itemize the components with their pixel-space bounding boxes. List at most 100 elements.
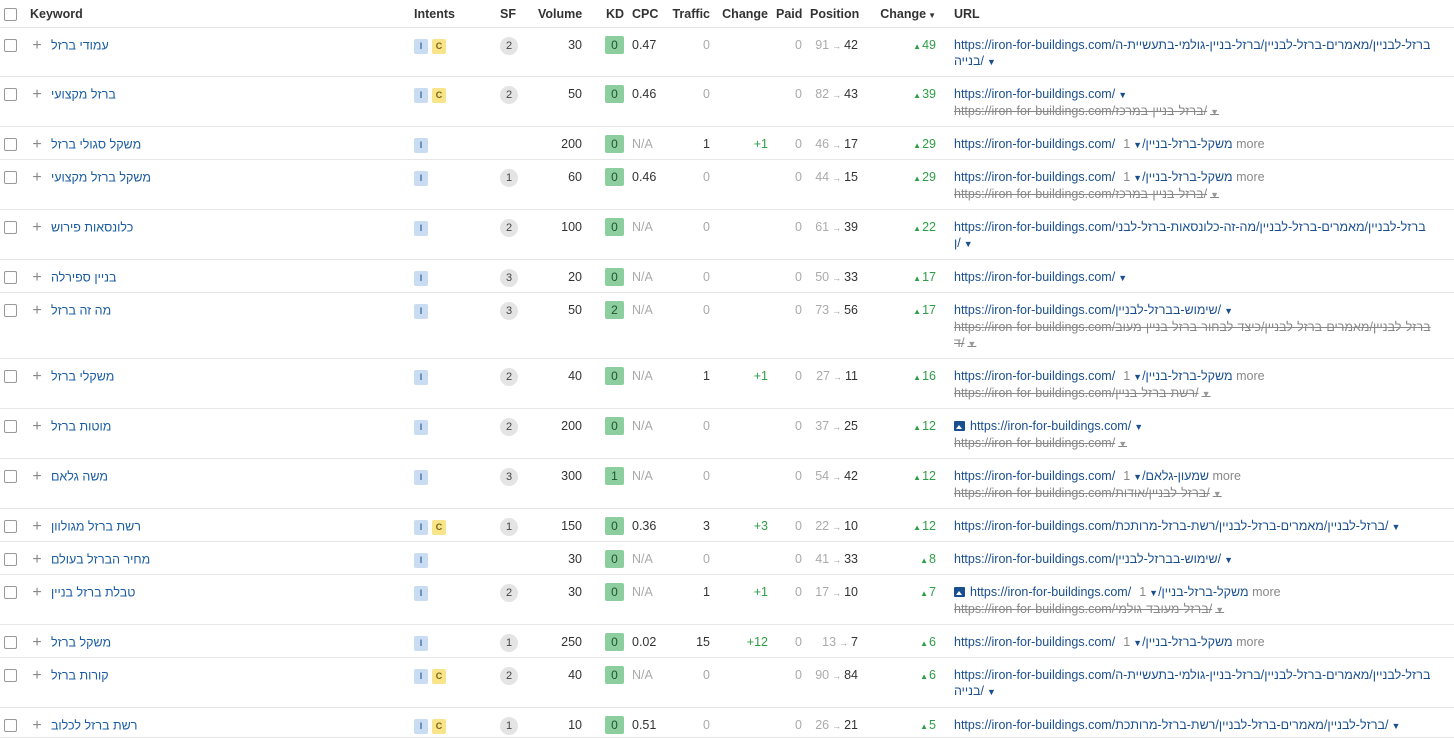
keyword-link[interactable]: משקל ברזל	[51, 636, 111, 650]
row-checkbox[interactable]	[4, 370, 17, 384]
url-link[interactable]: https://iron-for-buildings.com/	[970, 419, 1131, 433]
keyword-link[interactable]: מחיר הברזל בעולם	[51, 553, 150, 567]
col-intents[interactable]: Intents	[410, 0, 496, 28]
url-link[interactable]: https://iron-for-buildings.com/שימוש-בבר…	[954, 552, 1221, 566]
chevron-down-icon[interactable]: ▼	[1134, 422, 1143, 432]
chevron-down-icon[interactable]: ▼	[1118, 273, 1127, 283]
add-to-list-icon[interactable]: +	[30, 302, 44, 319]
chevron-down-icon[interactable]: ▼	[1392, 522, 1401, 532]
chevron-down-icon[interactable]: ▼	[1202, 389, 1211, 399]
row-checkbox[interactable]	[4, 636, 17, 650]
chevron-down-icon[interactable]: ▼	[967, 339, 976, 349]
previous-url[interactable]: https://iron-for-buildings.com/ברזל-בניי…	[954, 103, 1450, 120]
chevron-down-icon[interactable]: ▼	[964, 239, 973, 249]
col-traffic[interactable]: Traffic	[668, 0, 714, 28]
chevron-down-icon[interactable]: ▼	[1215, 605, 1224, 615]
chevron-down-icon[interactable]: ▼	[987, 687, 996, 697]
url-link[interactable]: https://iron-for-buildings.com/משקל-ברזל…	[954, 137, 1233, 151]
serp-features-count[interactable]: 1	[500, 717, 518, 735]
col-position[interactable]: Position	[806, 0, 862, 28]
previous-url[interactable]: https://iron-for-buildings.com/רשת-ברזל-…	[954, 385, 1450, 402]
row-checkbox[interactable]	[4, 138, 17, 152]
col-kd[interactable]: KD	[586, 0, 628, 28]
col-sf[interactable]: SF	[496, 0, 534, 28]
chevron-down-icon[interactable]: ▼	[1224, 306, 1233, 316]
chevron-down-icon[interactable]: ▼	[1392, 721, 1401, 731]
previous-url[interactable]: https://iron-for-buildings.com/ברזל-לבני…	[954, 319, 1450, 335]
keyword-link[interactable]: משקלי ברזל	[51, 370, 114, 384]
keyword-link[interactable]: רשת ברזל מגולוון	[51, 520, 141, 534]
keyword-link[interactable]: רשת ברזל לכלוב	[51, 719, 137, 733]
keyword-link[interactable]: משקל ברזל מקצועי	[51, 171, 151, 185]
url-link[interactable]: https://iron-for-buildings.com/משקל-ברזל…	[954, 369, 1233, 383]
chevron-down-icon[interactable]: ▼	[1224, 555, 1233, 565]
keyword-link[interactable]: קורות ברזל	[51, 669, 109, 683]
previous-url[interactable]: https://iron-for-buildings.com/▼	[954, 435, 1450, 452]
add-to-list-icon[interactable]: +	[30, 169, 44, 186]
keyword-link[interactable]: מה זה ברזל	[51, 304, 111, 318]
row-checkbox[interactable]	[4, 221, 17, 235]
keyword-link[interactable]: בניין ספירלה	[51, 271, 116, 285]
keyword-link[interactable]: מוטות ברזל	[51, 420, 111, 434]
add-to-list-icon[interactable]: +	[30, 368, 44, 385]
previous-url[interactable]: https://iron-for-buildings.com/ברזל-בניי…	[954, 186, 1450, 203]
add-to-list-icon[interactable]: +	[30, 37, 44, 54]
chevron-down-icon[interactable]: ▼	[987, 57, 996, 67]
url-link[interactable]: https://iron-for-buildings.com/שימוש-בבר…	[954, 303, 1221, 317]
col-volume[interactable]: Volume	[534, 0, 586, 28]
url-link[interactable]: https://iron-for-buildings.com/	[954, 270, 1115, 284]
row-checkbox[interactable]	[4, 39, 17, 53]
col-paid[interactable]: Paid	[772, 0, 806, 28]
url-link-continued[interactable]: ן/	[954, 236, 961, 250]
serp-features-count[interactable]: 2	[500, 667, 518, 685]
serp-features-count[interactable]: 1	[500, 518, 518, 536]
row-checkbox[interactable]	[4, 719, 17, 733]
serp-features-count[interactable]: 2	[500, 219, 518, 237]
row-checkbox[interactable]	[4, 88, 17, 102]
add-to-list-icon[interactable]: +	[30, 468, 44, 485]
add-to-list-icon[interactable]: +	[30, 717, 44, 734]
add-to-list-icon[interactable]: +	[30, 219, 44, 236]
previous-url[interactable]: https://iron-for-buildings.com/ברזל-מעוב…	[954, 601, 1450, 618]
serp-features-count[interactable]: 2	[500, 86, 518, 104]
chevron-down-icon[interactable]: ▼	[1118, 439, 1127, 449]
url-link-continued[interactable]: בנייה/	[954, 684, 984, 698]
serp-features-count[interactable]: 1	[500, 169, 518, 187]
chevron-down-icon[interactable]: ▼	[1210, 107, 1219, 117]
add-to-list-icon[interactable]: +	[30, 551, 44, 568]
add-to-list-icon[interactable]: +	[30, 584, 44, 601]
row-checkbox[interactable]	[4, 420, 17, 434]
serp-features-count[interactable]: 1	[500, 634, 518, 652]
url-link[interactable]: https://iron-for-buildings.com/ברזל-לבני…	[954, 668, 1430, 682]
row-checkbox[interactable]	[4, 586, 17, 600]
row-checkbox[interactable]	[4, 171, 17, 185]
chevron-down-icon[interactable]: ▼	[1149, 588, 1158, 598]
row-checkbox[interactable]	[4, 553, 17, 567]
chevron-down-icon[interactable]: ▼	[1133, 140, 1142, 150]
add-to-list-icon[interactable]: +	[30, 136, 44, 153]
row-checkbox[interactable]	[4, 470, 17, 484]
url-link[interactable]: https://iron-for-buildings.com/שמעון-גלא…	[954, 469, 1209, 483]
keyword-link[interactable]: ברזל מקצועי	[51, 88, 116, 102]
chevron-down-icon[interactable]: ▼	[1133, 638, 1142, 648]
serp-features-count[interactable]: 2	[500, 584, 518, 602]
col-cpc[interactable]: CPC	[628, 0, 668, 28]
row-checkbox[interactable]	[4, 669, 17, 683]
col-position-change[interactable]: Change ▼	[862, 0, 940, 28]
serp-features-count[interactable]: 3	[500, 302, 518, 320]
url-link[interactable]: https://iron-for-buildings.com/	[954, 87, 1115, 101]
url-link[interactable]: https://iron-for-buildings.com/ברזל-לבני…	[954, 718, 1389, 732]
add-to-list-icon[interactable]: +	[30, 269, 44, 286]
col-traffic-change[interactable]: Change	[714, 0, 772, 28]
keyword-link[interactable]: טבלת ברזל בניין	[51, 586, 136, 600]
serp-features-count[interactable]: 3	[500, 269, 518, 287]
select-all-cell[interactable]	[0, 0, 26, 28]
col-url[interactable]: URL	[940, 0, 1454, 28]
url-link[interactable]: https://iron-for-buildings.com/משקל-ברזל…	[954, 170, 1233, 184]
serp-features-count[interactable]: 2	[500, 368, 518, 386]
row-checkbox[interactable]	[4, 304, 17, 318]
chevron-down-icon[interactable]: ▼	[1210, 190, 1219, 200]
url-link[interactable]: https://iron-for-buildings.com/משקל-ברזל…	[954, 635, 1233, 649]
keyword-link[interactable]: משה גלאם	[51, 470, 108, 484]
serp-features-count[interactable]: 2	[500, 37, 518, 55]
